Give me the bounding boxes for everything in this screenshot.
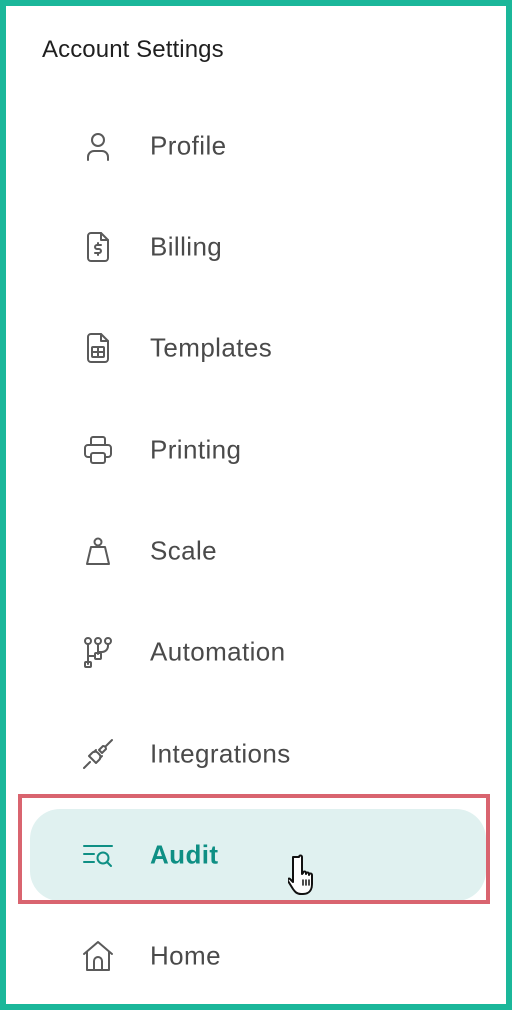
sidebar-item-label: Templates [150, 332, 273, 363]
sidebar-item-integrations[interactable]: Integrations [30, 708, 486, 800]
sidebar-item-label: Profile [150, 130, 227, 161]
weight-icon [80, 533, 116, 569]
sidebar-item-printing[interactable]: Printing [30, 404, 486, 496]
sidebar-item-billing[interactable]: Billing [30, 201, 486, 293]
sidebar-item-label: Home [150, 940, 221, 971]
plug-icon [80, 736, 116, 772]
sidebar-item-home[interactable]: Home [30, 910, 486, 1002]
sidebar-item-label: Integrations [150, 738, 291, 769]
sidebar-item-label: Scale [150, 535, 218, 566]
selection-highlight [18, 794, 490, 904]
workflow-icon [80, 634, 116, 670]
user-icon [80, 128, 116, 164]
sidebar-item-label: Printing [150, 434, 242, 465]
home-icon [80, 938, 116, 974]
sidebar-item-profile[interactable]: Profile [30, 100, 486, 192]
printer-icon [80, 432, 116, 468]
template-icon [80, 330, 116, 366]
hand-pointer-icon [288, 854, 313, 895]
sidebar-item-scale[interactable]: Scale [30, 505, 486, 597]
panel-title: Account Settings [42, 36, 224, 63]
sidebar-item-templates[interactable]: Templates [30, 302, 486, 394]
invoice-icon [80, 229, 116, 265]
sidebar-item-automation[interactable]: Automation [30, 606, 486, 698]
sidebar-item-label: Billing [150, 231, 223, 262]
sidebar-item-label: Automation [150, 636, 286, 667]
